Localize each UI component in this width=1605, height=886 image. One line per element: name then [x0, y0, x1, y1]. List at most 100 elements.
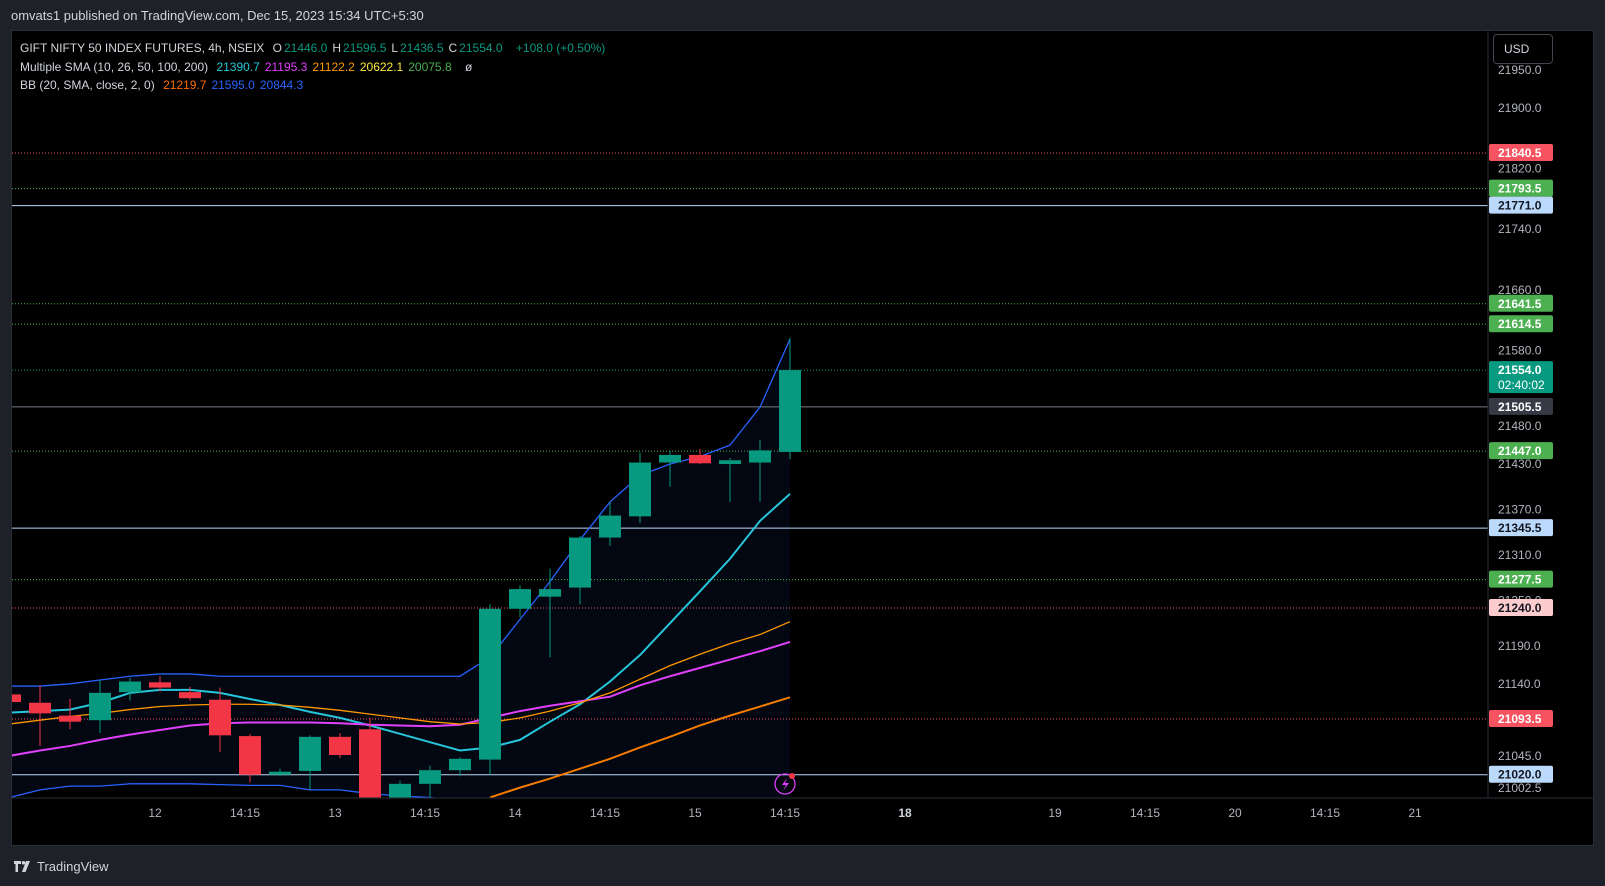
y-tick-label: 21002.5 — [1498, 781, 1542, 795]
bb-value: 21595.0 — [211, 78, 255, 92]
candle-body — [12, 694, 21, 702]
price-level-value: 21505.5 — [1498, 400, 1542, 414]
price-level-value: 21447.0 — [1498, 444, 1542, 458]
bb-value: 21219.7 — [163, 78, 207, 92]
price-level-value: 21771.0 — [1498, 199, 1542, 213]
x-tick-label: 14:15 — [590, 806, 620, 820]
sma-value: 20075.8 — [408, 59, 452, 74]
y-tick-label: 21900.0 — [1498, 101, 1542, 115]
candle[interactable] — [479, 604, 501, 775]
chart-legend: GIFT NIFTY 50 INDEX FUTURES, 4h, NSEIX O… — [20, 39, 610, 95]
candle-body — [29, 702, 51, 714]
candle-body — [299, 736, 321, 771]
sma-value: 21195.3 — [264, 59, 308, 74]
price-level-value: 21554.0 — [1498, 363, 1542, 377]
candle-body — [689, 454, 711, 464]
x-tick-label: 14:15 — [770, 806, 800, 820]
x-tick-label: 19 — [1048, 806, 1062, 820]
candle-body — [209, 699, 231, 736]
candle-body — [329, 736, 351, 756]
candle-body — [569, 537, 591, 588]
ohlc-value: 21596.5 — [343, 41, 387, 55]
candle-body — [749, 450, 771, 463]
candle-body — [599, 515, 621, 538]
x-tick-label: 13 — [328, 806, 342, 820]
candle-body — [59, 715, 81, 722]
ohlc-value: 21554.0 — [459, 41, 503, 55]
price-level-value: 21641.5 — [1498, 297, 1542, 311]
candle-body — [179, 692, 201, 699]
ohlc-value: 21436.5 — [400, 41, 444, 55]
symbol-name[interactable]: GIFT NIFTY 50 INDEX FUTURES, 4h, NSEIX — [20, 41, 264, 55]
ohlc-label: O — [272, 41, 282, 55]
ohlc-value: 21446.0 — [283, 41, 328, 55]
notification-dot — [789, 773, 795, 779]
x-tick-label: 14:15 — [230, 806, 260, 820]
y-tick-label: 21820.0 — [1498, 162, 1542, 176]
currency-button[interactable]: USD — [1493, 34, 1553, 64]
footer-bar: TradingView — [0, 846, 1605, 886]
bar-countdown: 02:40:02 — [1498, 378, 1545, 392]
y-tick-label: 21310.0 — [1498, 548, 1542, 562]
candle-body — [239, 736, 261, 775]
bb-values: 21219.7 21595.0 20844.3 — [163, 78, 308, 92]
x-tick-label: 14:15 — [1130, 806, 1160, 820]
y-tick-label: 21740.0 — [1498, 222, 1542, 236]
x-tick-label: 21 — [1408, 806, 1422, 820]
bb-value: 20844.3 — [259, 78, 304, 92]
candle-body — [389, 783, 411, 798]
candle-body — [539, 589, 561, 597]
y-tick-label: 21190.0 — [1498, 639, 1541, 653]
ohlc-label: H — [332, 41, 342, 55]
price-level-value: 21240.0 — [1498, 601, 1542, 615]
candle-body — [629, 462, 651, 517]
candle-body — [359, 729, 381, 798]
sma-value: 20622.1 — [359, 59, 404, 74]
legend-sma-row[interactable]: Multiple SMA (10, 26, 50, 100, 200) 2139… — [20, 58, 610, 77]
sma-values: 21390.7 21195.3 21122.2 20622.1 20075.8 — [216, 60, 456, 74]
candle-body — [119, 681, 141, 693]
candle-body — [419, 770, 441, 784]
ohlc-label: C — [448, 41, 458, 55]
bb-indicator-label[interactable]: BB (20, SMA, close, 2, 0) — [20, 78, 155, 92]
publisher-text: omvats1 published on TradingView.com, De… — [11, 8, 424, 23]
y-tick-label: 21370.0 — [1498, 503, 1542, 517]
candle[interactable] — [359, 717, 381, 798]
candle-body — [659, 454, 681, 463]
publisher-bar: omvats1 published on TradingView.com, De… — [0, 0, 1605, 30]
candle-body — [149, 682, 171, 688]
y-tick-label: 21045.0 — [1498, 749, 1542, 763]
sma-value: 21390.7 — [216, 59, 260, 74]
y-tick-label: 21950.0 — [1498, 63, 1542, 77]
candle-body — [779, 370, 801, 452]
candle-body — [719, 460, 741, 465]
tradingview-logo-icon — [14, 861, 30, 872]
price-level-value: 21020.0 — [1498, 768, 1542, 782]
chart-canvas[interactable]: 21950.0 21900.0 21820.0 21740.0 21660.0 21580… — [12, 31, 1594, 846]
sma-extra: ø — [464, 59, 473, 74]
sma-indicator-label[interactable]: Multiple SMA (10, 26, 50, 100, 200) — [20, 60, 208, 74]
candle[interactable] — [629, 452, 651, 524]
candle-body — [89, 692, 111, 721]
price-level-value: 21840.5 — [1498, 146, 1542, 160]
x-tick-label: 14 — [508, 806, 522, 820]
price-level-value: 21093.5 — [1498, 712, 1542, 726]
price-level-value: 21277.5 — [1498, 573, 1542, 587]
candle-body — [509, 589, 531, 609]
price-change: +108.0 (+0.50%) — [515, 41, 606, 55]
legend-symbol-row[interactable]: GIFT NIFTY 50 INDEX FUTURES, 4h, NSEIX O… — [20, 39, 610, 58]
price-level-value: 21793.5 — [1498, 182, 1542, 196]
x-tick-label: 18 — [898, 806, 912, 820]
tradingview-logo[interactable]: TradingView — [14, 859, 109, 874]
x-tick-label: 14:15 — [410, 806, 440, 820]
y-tick-label: 21660.0 — [1498, 283, 1542, 297]
candle-body — [449, 758, 471, 771]
x-tick-label: 14:15 — [1310, 806, 1340, 820]
brand-name: TradingView — [37, 859, 109, 874]
chart-frame[interactable]: 21950.0 21900.0 21820.0 21740.0 21660.0 21580… — [11, 30, 1594, 846]
y-tick-label: 21480.0 — [1498, 419, 1542, 433]
x-tick-label: 20 — [1228, 806, 1242, 820]
legend-bb-row[interactable]: BB (20, SMA, close, 2, 0) 21219.7 21595.0… — [20, 76, 610, 95]
sma-value: 21122.2 — [312, 59, 355, 74]
candle-body — [479, 608, 501, 760]
